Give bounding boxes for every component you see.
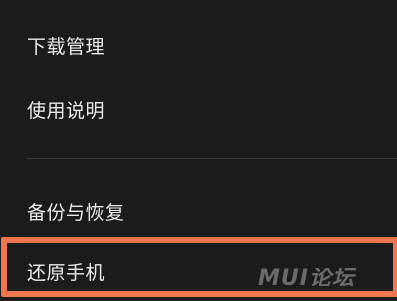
menu-item-backup-restore[interactable]: 备份与恢复	[0, 185, 397, 241]
section-divider	[27, 158, 397, 159]
menu-item-label: 下载管理	[27, 35, 106, 58]
menu-item-label: 使用说明	[27, 99, 106, 122]
menu-item-label: 备份与恢复	[27, 201, 125, 224]
menu-item-instructions[interactable]: 使用说明	[0, 83, 397, 139]
watermark-logo: MUI论坛	[258, 268, 355, 286]
settings-screen: 下载管理 使用说明 备份与恢复 还原手机 MUI论坛	[0, 0, 397, 297]
menu-item-download-management[interactable]: 下载管理	[0, 19, 397, 75]
menu-item-label: 还原手机	[27, 261, 106, 284]
